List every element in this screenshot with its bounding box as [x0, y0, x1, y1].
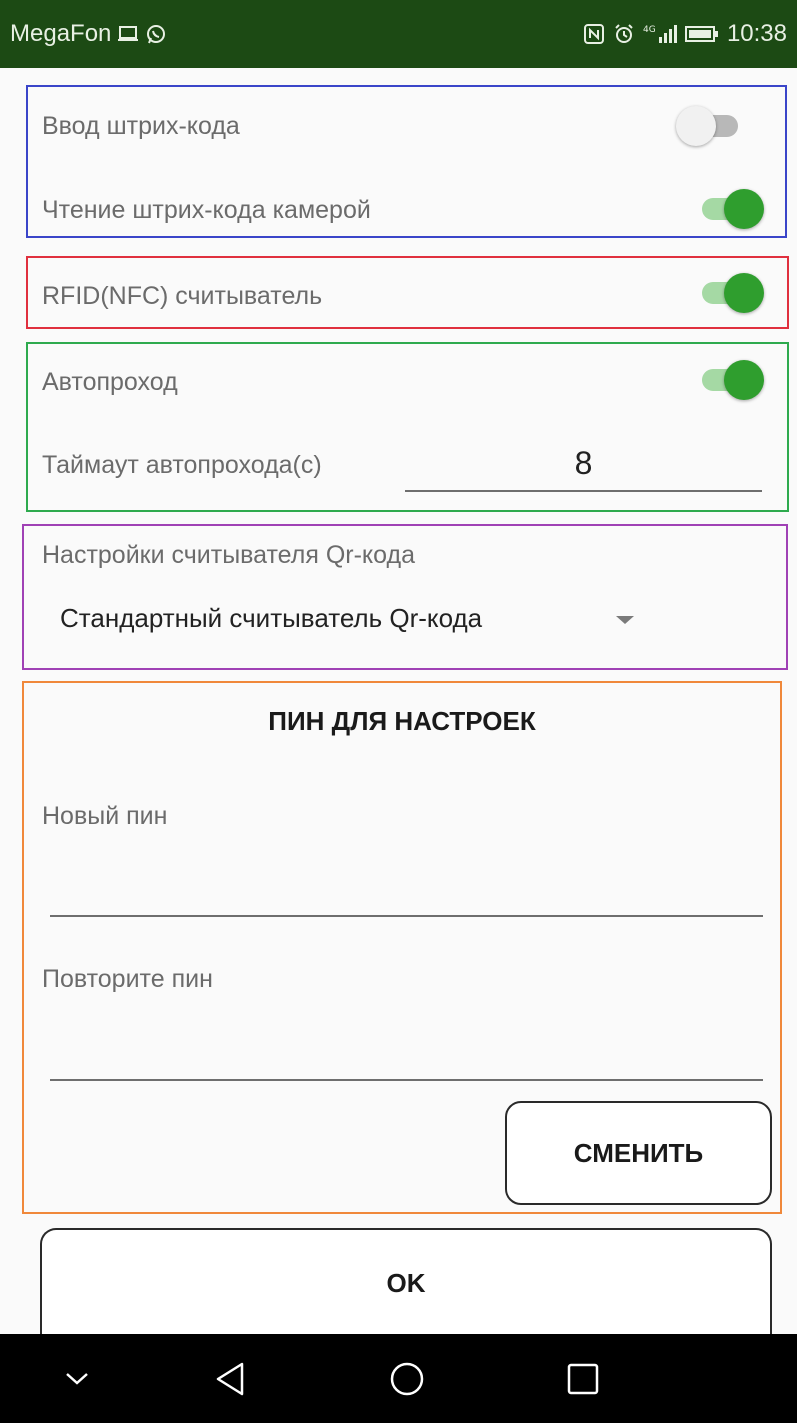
qr-reader-settings-label: Настройки считывателя Qr-кода: [42, 541, 415, 569]
new-pin-underline: [50, 915, 763, 917]
carrier-name: MegaFon: [10, 20, 112, 47]
rfid-reader-label: RFID(NFC) считыватель: [42, 282, 323, 310]
rfid-reader-toggle[interactable]: [694, 270, 764, 316]
camera-scan-toggle[interactable]: [694, 186, 764, 232]
autopass-timeout-input[interactable]: 8: [405, 438, 762, 488]
change-pin-button[interactable]: СМЕНИТЬ: [505, 1101, 772, 1205]
autopass-label: Автопроход: [42, 368, 178, 396]
clock: 10:38: [726, 20, 787, 47]
autopass-timeout-label: Таймаут автопрохода(с): [42, 451, 322, 479]
new-pin-label: Новый пин: [42, 802, 168, 830]
repeat-pin-label: Повторите пин: [42, 965, 213, 993]
laptop-icon: [117, 25, 139, 43]
battery-icon: [684, 25, 719, 43]
new-pin-input[interactable]: [50, 855, 763, 915]
timeout-input-underline: [405, 490, 762, 492]
alarm-icon: [613, 23, 635, 45]
dropdown-arrow-icon: [614, 613, 636, 631]
status-bar: MegaFon 4G 10:38: [0, 0, 797, 68]
camera-scan-label: Чтение штрих-кода камерой: [42, 196, 371, 224]
qr-reader-selected-value: Стандартный считыватель Qr-кода: [60, 603, 483, 633]
pin-section-title: ПИН ДЛЯ НАСТРОЕК: [268, 706, 536, 736]
back-icon[interactable]: [185, 1334, 275, 1423]
autopass-toggle[interactable]: [694, 357, 764, 403]
recents-icon[interactable]: [538, 1334, 628, 1423]
chevron-down-icon[interactable]: [32, 1334, 122, 1423]
barcode-input-label: Ввод штрих-кода: [42, 112, 240, 140]
qr-reader-select[interactable]: Стандартный считыватель Qr-кода: [60, 595, 650, 645]
barcode-input-toggle[interactable]: [676, 103, 746, 149]
ok-button[interactable]: OK: [40, 1228, 772, 1338]
home-icon[interactable]: [362, 1334, 452, 1423]
repeat-pin-input[interactable]: [50, 1018, 763, 1078]
navigation-bar: [0, 1334, 797, 1423]
nfc-icon: [583, 23, 605, 45]
repeat-pin-underline: [50, 1079, 763, 1081]
network-type: 4G: [643, 25, 656, 35]
whatsapp-icon: [145, 23, 167, 45]
signal-icon: 4G: [643, 23, 677, 45]
